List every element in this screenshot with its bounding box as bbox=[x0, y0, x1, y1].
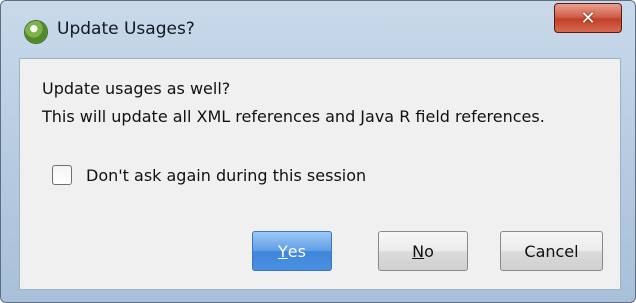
close-button[interactable]: ✕ bbox=[554, 3, 622, 33]
no-button[interactable]: No bbox=[378, 231, 468, 271]
checkbox-icon[interactable] bbox=[52, 165, 72, 185]
android-studio-icon bbox=[25, 21, 47, 43]
update-usages-dialog: Update Usages? ✕ Update usages as well? … bbox=[0, 0, 636, 303]
close-icon: ✕ bbox=[580, 7, 596, 29]
no-label-rest: o bbox=[424, 241, 434, 261]
dont-ask-again-checkbox-row[interactable]: Don't ask again during this session bbox=[52, 165, 366, 185]
dont-ask-again-label[interactable]: Don't ask again during this session bbox=[86, 166, 366, 185]
no-mnemonic: N bbox=[412, 241, 425, 261]
yes-button[interactable]: Yes bbox=[252, 231, 332, 271]
message-line-2: This will update all XML references and … bbox=[42, 107, 545, 126]
dialog-body: Update usages as well? This will update … bbox=[19, 58, 621, 290]
cancel-label: Cancel bbox=[524, 241, 579, 261]
yes-mnemonic: Y bbox=[278, 241, 288, 261]
dialog-title: Update Usages? bbox=[57, 19, 195, 39]
title-bar[interactable]: Update Usages? ✕ bbox=[1, 1, 635, 57]
yes-label-rest: es bbox=[287, 241, 306, 261]
cancel-button[interactable]: Cancel bbox=[500, 231, 603, 271]
message-line-1: Update usages as well? bbox=[42, 79, 231, 98]
